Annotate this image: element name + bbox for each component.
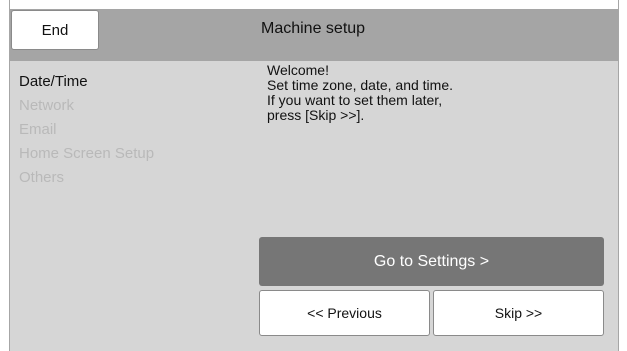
setup-window: End Machine setup Date/Time Network Emai…: [9, 0, 619, 351]
message-line: Welcome!: [267, 62, 329, 78]
welcome-message: Welcome! Set time zone, date, and time. …: [267, 63, 597, 123]
top-strip: [10, 0, 618, 9]
skip-button[interactable]: Skip >>: [433, 290, 604, 336]
sidebar-item-email[interactable]: Email: [19, 121, 154, 145]
sidebar-item-date-time[interactable]: Date/Time: [19, 73, 154, 97]
previous-button[interactable]: << Previous: [259, 290, 430, 336]
sidebar-item-others[interactable]: Others: [19, 169, 154, 193]
sidebar-item-network[interactable]: Network: [19, 97, 154, 121]
message-line: Set time zone, date, and time.: [267, 77, 453, 93]
header-bar: End Machine setup: [10, 0, 618, 61]
end-button[interactable]: End: [11, 10, 99, 50]
message-line: press [Skip >>].: [267, 107, 365, 123]
sidebar-item-home-screen-setup[interactable]: Home Screen Setup: [19, 145, 154, 169]
setup-steps-list: Date/Time Network Email Home Screen Setu…: [19, 73, 154, 193]
message-line: If you want to set them later,: [267, 92, 443, 108]
page-title: Machine setup: [261, 20, 366, 37]
go-to-settings-button[interactable]: Go to Settings >: [259, 237, 604, 286]
